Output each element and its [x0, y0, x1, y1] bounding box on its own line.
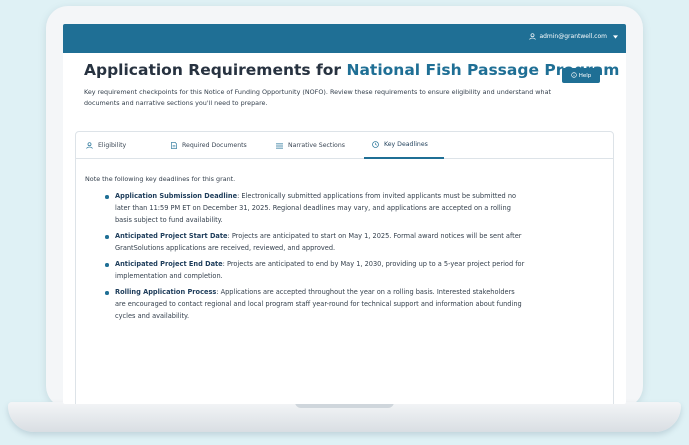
bullet — [105, 291, 109, 295]
list-item: Rolling Application Process: Application… — [105, 286, 525, 322]
bullet — [105, 235, 109, 239]
user-menu[interactable]: admin@grantwell.com — [529, 33, 618, 40]
list-icon — [276, 143, 283, 149]
deadlines-intro: Note the following key deadlines for thi… — [85, 175, 236, 183]
deadline-term: Rolling Application Process — [115, 288, 217, 296]
tab-required-documents[interactable]: Required Documents — [171, 132, 247, 159]
tab-label: Eligibility — [98, 142, 127, 149]
tab-label: Required Documents — [182, 142, 247, 149]
requirements-card: Eligibility Required Documents Narrative… — [75, 131, 614, 404]
clock-icon — [372, 141, 379, 148]
top-bar: admin@grantwell.com — [63, 24, 626, 53]
caret-down-icon — [613, 34, 618, 39]
tab-label: Key Deadlines — [384, 141, 428, 148]
tab-label: Narrative Sections — [288, 142, 345, 149]
deadline-term: Anticipated Project End Date — [115, 260, 223, 268]
person-icon — [86, 142, 93, 149]
tab-eligibility[interactable]: Eligibility — [86, 132, 126, 159]
tab-bar: Eligibility Required Documents Narrative… — [76, 132, 613, 159]
help-icon — [571, 71, 577, 80]
list-item: Anticipated Project Start Date: Projects… — [105, 230, 525, 254]
tab-key-deadlines[interactable]: Key Deadlines — [364, 132, 444, 159]
page-description: Key requirement checkpoints for this Not… — [84, 88, 551, 107]
bullet — [105, 263, 109, 267]
help-label: Help — [578, 72, 592, 79]
page-title-prefix: Application Requirements for — [84, 61, 342, 79]
deadline-list: Application Submission Deadline: Electro… — [105, 190, 525, 326]
user-icon — [529, 33, 537, 40]
tab-narrative-sections[interactable]: Narrative Sections — [276, 132, 345, 159]
list-item: Application Submission Deadline: Electro… — [105, 190, 525, 226]
user-email: admin@grantwell.com — [539, 33, 607, 40]
help-button[interactable]: Help — [562, 68, 600, 83]
list-item: Anticipated Project End Date: Projects a… — [105, 258, 525, 282]
app-screen: admin@grantwell.com Application Requirem… — [63, 24, 626, 404]
bullet — [105, 195, 109, 199]
page-title: Application Requirements for National Fi… — [84, 61, 626, 79]
document-icon — [171, 142, 177, 149]
deadline-term: Anticipated Project Start Date — [115, 232, 228, 240]
deadline-term: Application Submission Deadline — [115, 192, 238, 200]
